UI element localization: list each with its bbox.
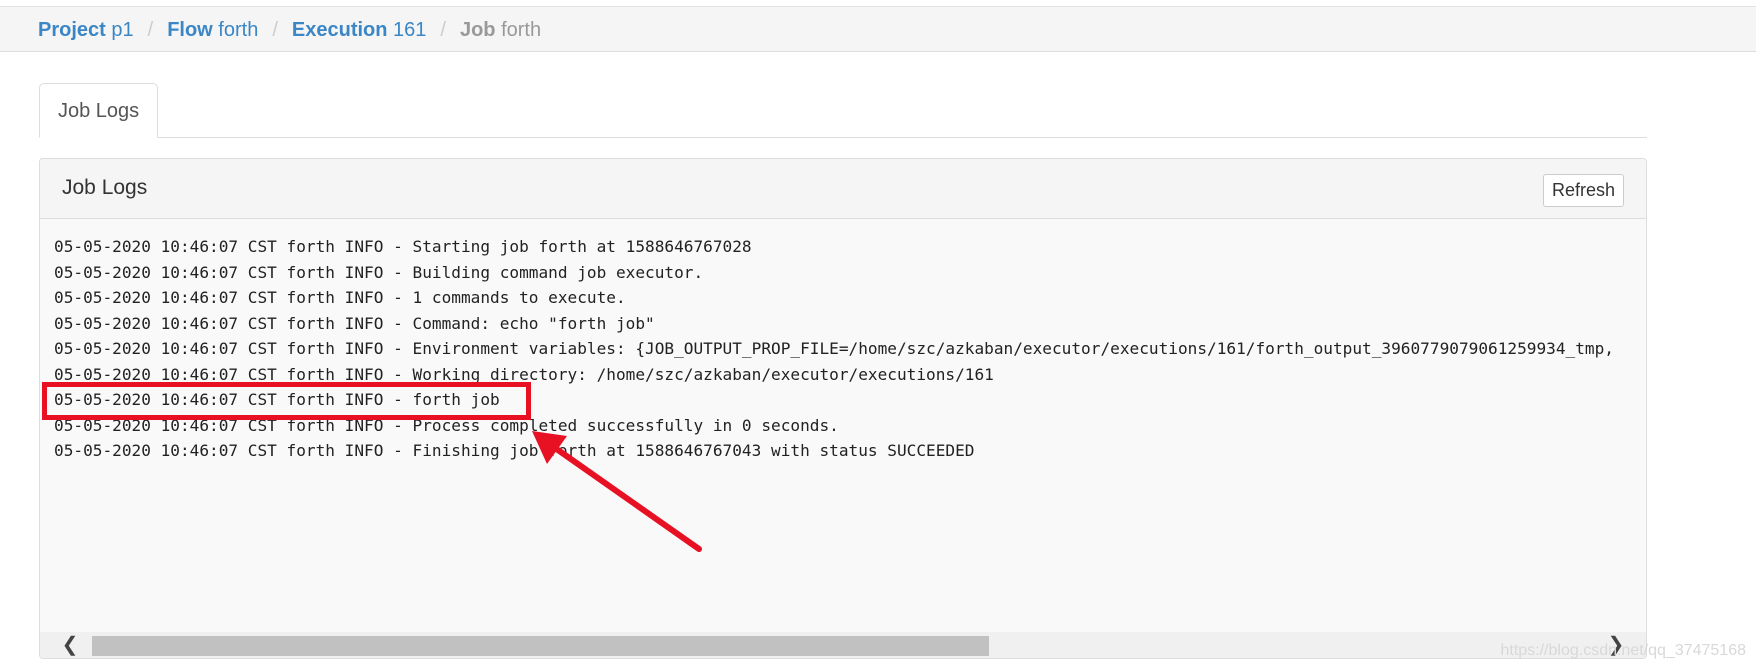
breadcrumb-flow[interactable]: Flow forth: [167, 19, 258, 41]
breadcrumb-job-value: forth: [501, 19, 542, 41]
log-line: 05-05-2020 10:46:07 CST forth INFO - Fin…: [54, 441, 975, 460]
chevron-left-icon[interactable]: ❮: [56, 633, 84, 657]
log-line: 05-05-2020 10:46:07 CST forth INFO - Env…: [54, 339, 1614, 358]
breadcrumb-separator: /: [147, 19, 154, 41]
breadcrumb-bar: Project p1 / Flow forth / Execution 161 / Job …: [0, 6, 1756, 52]
annotation-highlight-box: [42, 382, 531, 420]
panel-heading: Job Logs Refresh: [40, 159, 1646, 219]
log-line: 05-05-2020 10:46:07 CST forth INFO - Com…: [54, 313, 655, 333]
breadcrumb-execution[interactable]: Execution 161: [292, 19, 427, 41]
breadcrumb-flow-label: Flow: [167, 19, 213, 41]
log-output: 05-05-2020 10:46:07 CST forth INFO - Sta…: [54, 234, 1614, 464]
tab-job-logs[interactable]: Job Logs: [39, 83, 159, 138]
log-line: 05-05-2020 10:46:07 CST forth INFO - Sta…: [54, 237, 752, 256]
panel-title: Job Logs: [62, 176, 148, 199]
breadcrumb-project-value: p1: [111, 19, 134, 41]
breadcrumb-job-label: Job: [459, 19, 496, 41]
breadcrumb-execution-label: Execution: [291, 19, 388, 41]
breadcrumb: Project p1 / Flow forth / Execution 161 / Job …: [38, 18, 541, 42]
breadcrumb-flow-value: forth: [218, 19, 259, 41]
breadcrumb-separator: /: [272, 19, 278, 41]
tab-bar: Job Logs: [39, 83, 1647, 138]
breadcrumb-execution-value: 161: [393, 19, 427, 41]
breadcrumb-project[interactable]: Project p1: [38, 19, 134, 41]
horizontal-scrollbar[interactable]: ❮ ❯: [40, 632, 1646, 658]
refresh-button[interactable]: Refresh: [1542, 174, 1624, 207]
breadcrumb-project-label: Project: [38, 19, 106, 41]
breadcrumb-job: Job forth: [460, 19, 541, 41]
log-line: 05-05-2020 10:46:07 CST forth INFO - Bui…: [54, 262, 704, 282]
log-line: 05-05-2020 10:46:07 CST forth INFO - 1 c…: [54, 288, 626, 307]
watermark: https://blog.csdn.net/qq_37475168: [1500, 642, 1746, 659]
breadcrumb-separator: /: [440, 19, 446, 41]
scrollbar-thumb[interactable]: [92, 636, 989, 656]
